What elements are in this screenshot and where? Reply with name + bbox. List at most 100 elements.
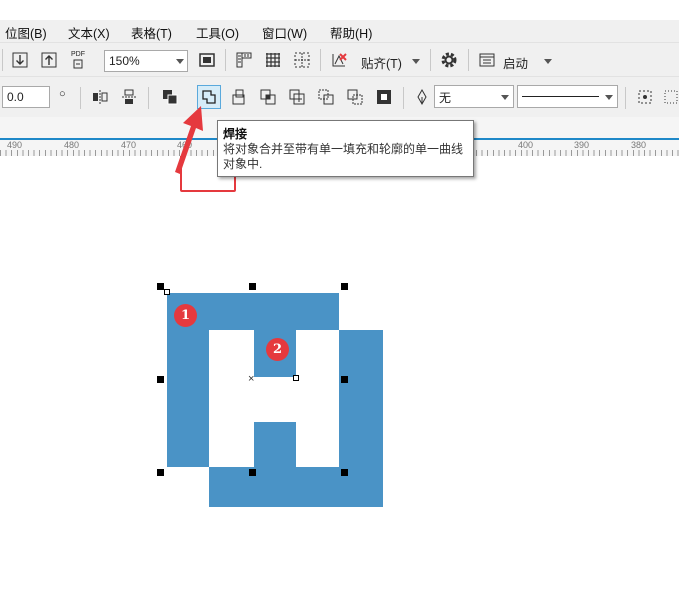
standard-toolbar: PDF 150% 贴齐(T) 启动: [0, 42, 679, 77]
ruler-label: 400: [518, 140, 534, 150]
simplify-icon: [289, 89, 305, 105]
toolbar-separator: [430, 49, 431, 71]
menu-bitmap[interactable]: 位图(B): [5, 23, 47, 42]
toolbar-separator: [80, 87, 81, 109]
full-screen-preview-button[interactable]: [196, 49, 218, 71]
drawing-canvas[interactable]: 1 2: [161, 286, 386, 511]
node-marker[interactable]: [293, 375, 299, 381]
line-style-select[interactable]: [517, 85, 618, 108]
chevron-down-icon: [605, 95, 613, 100]
front-minus-back-button[interactable]: [315, 86, 337, 108]
launch-label[interactable]: 启动: [503, 53, 528, 72]
tooltip-title: 焊接: [223, 127, 248, 141]
selection-handle-bottom-left[interactable]: [157, 469, 164, 476]
selection-handle-bottom-right[interactable]: [341, 469, 348, 476]
chevron-down-icon: [501, 95, 509, 100]
ruler-label: 390: [574, 140, 590, 150]
show-guidelines-button[interactable]: [291, 49, 313, 71]
intersect-button[interactable]: [257, 86, 279, 108]
title-strip: [0, 0, 679, 20]
gear-icon: [441, 52, 457, 68]
pdf-label: PDF: [71, 51, 85, 58]
toolbar-separator: [225, 49, 226, 71]
rotation-angle-value: 0.0: [7, 90, 24, 104]
snap-to-menu[interactable]: 贴齐(T): [361, 53, 402, 72]
selection-handle-bottom-center[interactable]: [249, 469, 256, 476]
ruler-label: 490: [7, 140, 23, 150]
import-icon: [12, 52, 28, 68]
mirror-horizontal-icon: [93, 90, 108, 104]
convert-outline-icon: [638, 90, 652, 104]
ruler-icon: [236, 52, 252, 68]
marker-badge-2: 2: [266, 338, 289, 361]
toolbar-separator: [2, 49, 3, 71]
boundary-icon: [377, 90, 391, 104]
outline-pen-button[interactable]: [411, 86, 433, 108]
selection-handle-top-right[interactable]: [341, 283, 348, 290]
line-style-preview: [522, 96, 599, 97]
shape-2-right-bar[interactable]: [339, 330, 383, 507]
ruler-label: 480: [64, 140, 80, 150]
dotted-box-icon: [664, 90, 678, 104]
outline-width-value: 无: [439, 91, 452, 105]
export-button[interactable]: [38, 49, 60, 71]
intersect-icon: [260, 89, 276, 105]
center-marker-icon: ×: [248, 373, 255, 385]
selection-handle-top-left[interactable]: [157, 283, 164, 290]
pen-nib-icon: [417, 88, 427, 106]
menu-help[interactable]: 帮助(H): [330, 23, 372, 42]
application-launcher-icon: [479, 53, 495, 67]
chevron-down-icon: [176, 59, 184, 64]
menu-table[interactable]: 表格(T): [131, 23, 172, 42]
zoom-level-value: 150%: [109, 54, 140, 68]
show-grid-button[interactable]: [262, 49, 284, 71]
publish-pdf-button[interactable]: PDF: [67, 49, 89, 71]
snap-off-icon: [332, 53, 347, 67]
ruler-label: 380: [631, 140, 647, 150]
grid-icon: [266, 53, 280, 67]
trim-button[interactable]: [228, 86, 250, 108]
guidelines-icon: [294, 52, 310, 68]
selection-handle-middle-right[interactable]: [341, 376, 348, 383]
menu-window[interactable]: 窗口(W): [262, 23, 307, 42]
import-button[interactable]: [9, 49, 31, 71]
launch-app-button[interactable]: [476, 49, 498, 71]
toolbar-separator: [625, 87, 626, 109]
selection-handle-top-center[interactable]: [249, 283, 256, 290]
create-boundary-button[interactable]: [373, 86, 395, 108]
menu-bar: 位图(B) 文本(X) 表格(T) 工具(O) 窗口(W) 帮助(H): [0, 20, 679, 42]
options-button[interactable]: [438, 49, 460, 71]
degree-icon: ○: [59, 88, 66, 100]
more-options-button[interactable]: [660, 86, 679, 108]
toolbar-separator: [148, 87, 149, 109]
fullscreen-icon: [199, 53, 215, 67]
shape-1-bottom-bar[interactable]: [209, 467, 339, 507]
toolbar-separator: [403, 87, 404, 109]
red-arrow-annotation: [175, 106, 203, 174]
node-marker[interactable]: [164, 289, 170, 295]
back-minus-front-button[interactable]: [344, 86, 366, 108]
selection-handle-middle-left[interactable]: [157, 376, 164, 383]
weld-tooltip: 焊接 将对象合并至带有单一填充和轮廓的单一曲线对象中.: [217, 120, 474, 177]
mirror-vertical-button[interactable]: [118, 86, 140, 108]
snap-off-button[interactable]: [328, 49, 350, 71]
toolbar-separator: [468, 49, 469, 71]
property-bar: 0.0 ○ 无: [0, 76, 679, 192]
toolbar-separator: [320, 49, 321, 71]
mirror-vertical-icon: [122, 89, 136, 104]
ruler-label: 470: [121, 140, 137, 150]
mirror-horizontal-button[interactable]: [89, 86, 111, 108]
simplify-button[interactable]: [286, 86, 308, 108]
menu-tools[interactable]: 工具(O): [196, 23, 239, 42]
chevron-down-icon: [412, 59, 420, 64]
shape-2-lower-block[interactable]: [254, 422, 296, 467]
front-minus-back-icon: [318, 89, 334, 105]
chevron-down-icon: [544, 59, 552, 64]
menu-text[interactable]: 文本(X): [68, 23, 110, 42]
convert-outline-button[interactable]: [634, 86, 656, 108]
trim-icon: [232, 89, 245, 105]
back-minus-front-icon: [347, 89, 363, 105]
rotation-angle-input[interactable]: 0.0: [2, 86, 50, 108]
export-icon: [41, 52, 57, 68]
show-rulers-button[interactable]: [233, 49, 255, 71]
